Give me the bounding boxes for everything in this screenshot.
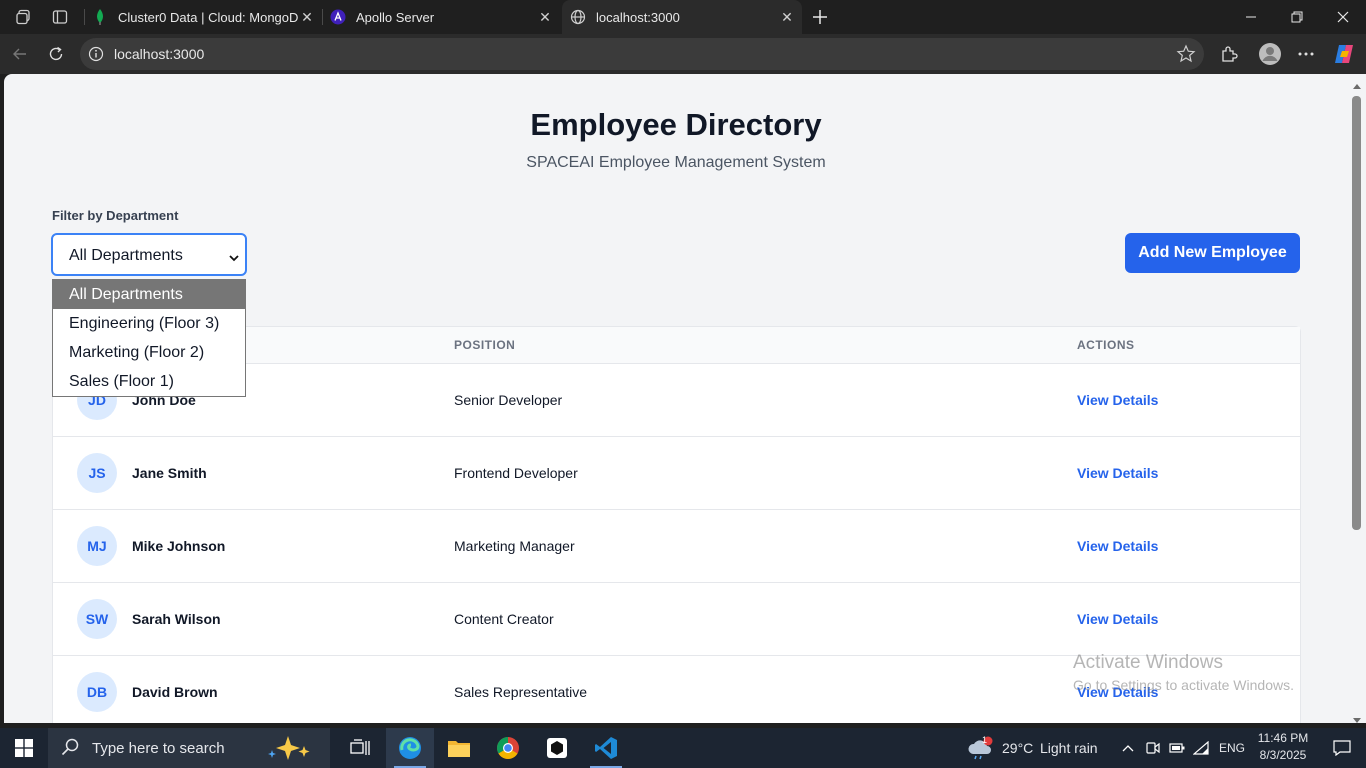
weather-icon[interactable]: 1 [962, 728, 998, 768]
chrome-icon[interactable] [484, 728, 532, 768]
employee-position: Sales Representative [454, 684, 588, 700]
page-viewport: Employee Directory SPACEAI Employee Mana… [4, 74, 1348, 723]
employee-name: Jane Smith [132, 465, 207, 481]
employee-position: Marketing Manager [454, 538, 575, 554]
page-scrollbar[interactable] [1348, 74, 1366, 723]
vscode-icon[interactable] [582, 728, 630, 768]
employee-position: Content Creator [454, 611, 554, 627]
employee-name: David Brown [132, 684, 218, 700]
table-row: MJ Mike Johnson Marketing Manager View D… [53, 510, 1300, 583]
add-employee-button[interactable]: Add New Employee [1125, 233, 1300, 273]
meet-now-icon[interactable] [1142, 728, 1164, 768]
avatar: JS [77, 453, 117, 493]
copilot-sparkle-icon[interactable] [266, 734, 322, 766]
refresh-icon[interactable] [42, 40, 70, 68]
employee-position: Frontend Developer [454, 465, 578, 481]
tab-apollo[interactable]: Apollo Server ✕ [330, 0, 560, 34]
windows-start-icon[interactable] [0, 728, 48, 768]
more-icon[interactable] [1292, 40, 1320, 68]
scroll-down-icon[interactable] [1353, 711, 1361, 723]
chevron-up-icon[interactable] [1116, 728, 1140, 768]
dropdown-option-engineering[interactable]: Engineering (Floor 3) [53, 309, 245, 338]
employee-name: Sarah Wilson [132, 611, 221, 627]
weather-temp: 29°C [1002, 740, 1034, 756]
weather-desc: Light rain [1040, 740, 1098, 756]
department-dropdown-list: All Departments Engineering (Floor 3) Ma… [52, 279, 246, 397]
app-icon[interactable] [533, 728, 581, 768]
info-icon[interactable] [88, 46, 104, 62]
chevron-down-icon [229, 250, 239, 262]
edge-icon[interactable] [386, 728, 434, 768]
copilot-icon[interactable] [1330, 40, 1358, 68]
scroll-thumb[interactable] [1352, 96, 1361, 530]
tab-localhost[interactable]: localhost:3000 ✕ [562, 0, 802, 34]
windows-taskbar: Type here to search 1 29°C Light rain EN… [0, 728, 1366, 768]
search-icon [60, 737, 82, 759]
table-row: JS Jane Smith Frontend Developer View De… [53, 437, 1300, 510]
view-details-link[interactable]: View Details [1077, 611, 1158, 627]
file-explorer-icon[interactable] [435, 728, 483, 768]
favorite-star-icon[interactable] [1176, 44, 1196, 64]
minimize-icon[interactable] [1228, 0, 1274, 34]
profile-icon[interactable] [1256, 40, 1284, 68]
table-row: SW Sarah Wilson Content Creator View Det… [53, 583, 1300, 656]
workspaces-icon[interactable] [12, 5, 36, 29]
weather-badge: 1 [982, 735, 988, 745]
view-details-link[interactable]: View Details [1077, 538, 1158, 554]
filter-label: Filter by Department [52, 208, 179, 223]
battery-icon[interactable] [1166, 728, 1188, 768]
close-tab-icon[interactable]: ✕ [536, 8, 554, 26]
page-subtitle: SPACEAI Employee Management System [526, 154, 826, 171]
mongodb-leaf-icon [92, 9, 108, 25]
clock[interactable]: 11:46 PM 8/3/2025 [1256, 731, 1310, 762]
avatar: MJ [77, 526, 117, 566]
address-bar[interactable]: localhost:3000 [80, 38, 1204, 70]
column-header-position: POSITION [454, 338, 516, 352]
new-tab-icon[interactable] [808, 5, 832, 29]
employee-position: Senior Developer [454, 392, 563, 408]
avatar: SW [77, 599, 117, 639]
tab-title: Apollo Server [356, 9, 435, 25]
language-indicator[interactable]: ENG [1219, 741, 1245, 755]
view-details-link[interactable]: View Details [1077, 392, 1158, 408]
tab-title: Cluster0 Data | Cloud: MongoDB C [118, 9, 298, 25]
tab-actions-icon[interactable] [48, 5, 72, 29]
employee-name: Mike Johnson [132, 538, 226, 554]
clock-time: 11:46 PM [1257, 731, 1309, 745]
scroll-up-icon[interactable] [1353, 78, 1361, 89]
close-window-icon[interactable] [1320, 0, 1366, 34]
department-select[interactable]: All Departments [51, 233, 247, 276]
watermark-line2: Go to Settings to activate Windows. [1073, 677, 1294, 693]
avatar: DB [77, 672, 117, 712]
extensions-icon[interactable] [1215, 40, 1243, 68]
dropdown-option-sales[interactable]: Sales (Floor 1) [53, 367, 245, 396]
globe-icon [570, 9, 586, 25]
clock-date: 8/3/2025 [1259, 748, 1307, 762]
tab-title: localhost:3000 [596, 9, 680, 25]
url-text: localhost:3000 [114, 46, 205, 62]
back-icon[interactable] [6, 40, 34, 68]
column-header-actions: ACTIONS [1077, 338, 1135, 352]
search-placeholder: Type here to search [92, 739, 225, 757]
apollo-icon [330, 9, 346, 25]
close-tab-icon[interactable]: ✕ [778, 8, 796, 26]
close-tab-icon[interactable]: ✕ [298, 8, 316, 26]
browser-toolbar: localhost:3000 [0, 34, 1366, 74]
maximize-icon[interactable] [1274, 0, 1320, 34]
dropdown-option-marketing[interactable]: Marketing (Floor 2) [53, 338, 245, 367]
tab-mongodb[interactable]: Cluster0 Data | Cloud: MongoDB C ✕ [92, 0, 322, 34]
dropdown-option-all[interactable]: All Departments [53, 280, 245, 309]
notification-icon[interactable] [1318, 728, 1366, 768]
page-title: Employee Directory [530, 107, 822, 142]
browser-tab-strip: Cluster0 Data | Cloud: MongoDB C ✕ Apoll… [0, 0, 1366, 34]
task-view-icon[interactable] [336, 728, 384, 768]
taskbar-search-box[interactable]: Type here to search [48, 728, 330, 768]
watermark-line1: Activate Windows [1073, 652, 1223, 673]
select-value: All Departments [69, 247, 183, 264]
network-icon[interactable] [1190, 728, 1212, 768]
view-details-link[interactable]: View Details [1077, 465, 1158, 481]
activate-windows-watermark: Activate Windows Go to Settings to activ… [1073, 652, 1294, 693]
